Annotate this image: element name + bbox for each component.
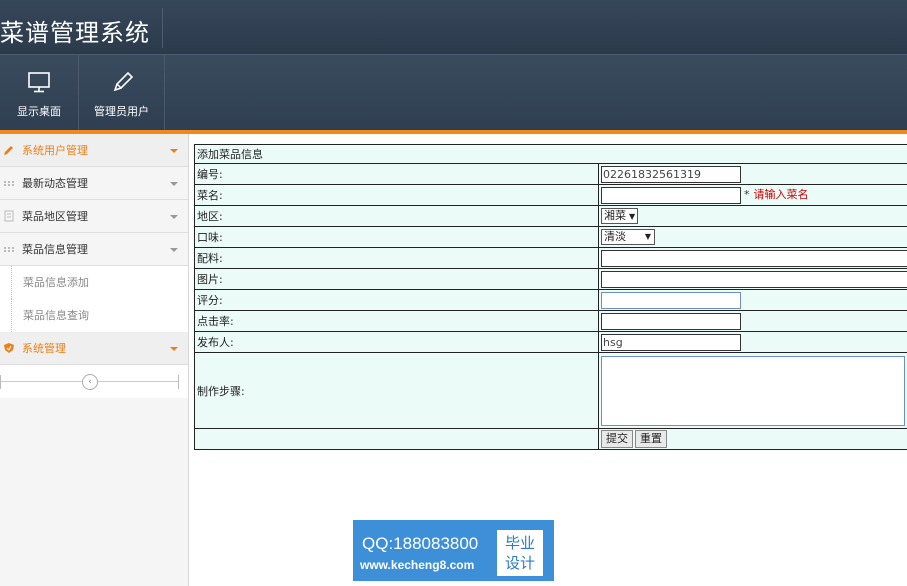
grid-dots-icon bbox=[4, 181, 14, 186]
field-label: 制作步骤: bbox=[194, 352, 599, 429]
sidebar-subitem-label: 菜品信息查询 bbox=[23, 309, 89, 322]
chevron-down-icon bbox=[170, 248, 178, 252]
dropdown-arrow-icon: ▼ bbox=[629, 212, 636, 221]
sidebar-item-news[interactable]: 最新动态管理 bbox=[0, 167, 188, 200]
sidebar-item-label: 菜品地区管理 bbox=[22, 210, 88, 223]
publisher-field[interactable]: hsg bbox=[601, 333, 741, 351]
region-select[interactable]: 湘菜 ▼ bbox=[601, 208, 639, 224]
pencil-icon bbox=[113, 71, 133, 92]
watermark-qq: QQ:188083800 bbox=[362, 534, 479, 553]
sidebar-item-system-users[interactable]: 系统用户管理 bbox=[0, 134, 188, 167]
admin-user-label: 管理员用户 bbox=[94, 105, 149, 118]
sidebar-subitem-dish-query[interactable]: 菜品信息查询 bbox=[0, 299, 188, 332]
watermark-url: www.kecheng8.com bbox=[360, 558, 475, 572]
dish-name-field[interactable] bbox=[601, 186, 741, 204]
header-divider bbox=[162, 8, 163, 48]
sidebar-subitem-dish-add[interactable]: 菜品信息添加 bbox=[0, 266, 188, 299]
sidebar-item-system[interactable]: 系统管理 bbox=[0, 332, 188, 365]
dropdown-arrow-icon: ▼ bbox=[644, 232, 651, 241]
collapse-tick bbox=[0, 375, 1, 389]
code-field[interactable]: 02261832561319 bbox=[601, 165, 741, 183]
top-header: 菜谱管理系统 bbox=[0, 0, 907, 54]
add-dish-form: 添加菜品信息 编号: 02261832561319 菜名: * 请输入菜名 地区:… bbox=[194, 144, 907, 450]
show-desktop-button[interactable]: 显示桌面 bbox=[0, 55, 78, 131]
sidebar-item-label: 菜品信息管理 bbox=[22, 243, 88, 256]
document-icon bbox=[4, 210, 14, 222]
field-label: 配料: bbox=[194, 247, 599, 269]
region-selected: 湘菜 bbox=[604, 209, 626, 222]
image-field[interactable] bbox=[601, 270, 907, 288]
sidebar-item-dish-info[interactable]: 菜品信息管理 bbox=[0, 233, 188, 266]
show-desktop-label: 显示桌面 bbox=[17, 105, 61, 118]
sidebar-collapse-bar: ‹ bbox=[0, 365, 188, 398]
chevron-down-icon bbox=[170, 347, 178, 351]
field-label: 地区: bbox=[194, 205, 599, 227]
chevron-down-icon bbox=[170, 182, 178, 186]
monitor-icon bbox=[28, 72, 50, 93]
field-label: 评分: bbox=[194, 289, 599, 311]
steps-textarea[interactable] bbox=[601, 355, 905, 426]
app-title: 菜谱管理系统 bbox=[0, 19, 150, 47]
chevron-down-icon bbox=[170, 215, 178, 219]
empty-cell bbox=[194, 428, 599, 450]
shield-icon bbox=[4, 343, 14, 353]
sidebar-item-label: 最新动态管理 bbox=[22, 177, 88, 190]
chevron-down-icon bbox=[170, 149, 178, 153]
field-label: 图片: bbox=[194, 268, 599, 290]
reset-button[interactable]: 重置 bbox=[635, 430, 667, 448]
toolbar: 显示桌面 管理员用户 bbox=[0, 54, 907, 131]
form-heading: 添加菜品信息 bbox=[194, 144, 907, 164]
field-label: 菜名: bbox=[194, 184, 599, 206]
submit-button[interactable]: 提交 bbox=[601, 430, 633, 448]
click-rate-field[interactable] bbox=[601, 312, 741, 330]
pencil-icon bbox=[4, 146, 13, 155]
admin-user-button[interactable]: 管理员用户 bbox=[79, 55, 164, 131]
grid-dots-icon bbox=[4, 247, 14, 252]
main-content: 添加菜品信息 编号: 02261832561319 菜名: * 请输入菜名 地区:… bbox=[189, 134, 907, 586]
field-label: 口味: bbox=[194, 226, 599, 248]
watermark-logo: QQ:188083800 www.kecheng8.com 毕业 设计 bbox=[353, 520, 554, 581]
sidebar: 系统用户管理 最新动态管理 菜品地区管理 菜品信息管理 菜品信息添加 菜品信息查… bbox=[0, 134, 189, 586]
watermark-badge: 毕业 设计 bbox=[497, 530, 543, 576]
sidebar-item-region[interactable]: 菜品地区管理 bbox=[0, 200, 188, 233]
rating-field[interactable] bbox=[601, 291, 741, 309]
taste-selected: 清淡 bbox=[604, 230, 626, 243]
required-mark: * bbox=[744, 188, 750, 202]
badge-line2: 设计 bbox=[504, 554, 535, 572]
sidebar-item-label: 系统用户管理 bbox=[22, 144, 88, 157]
field-label: 编号: bbox=[194, 163, 599, 185]
collapse-sidebar-button[interactable]: ‹ bbox=[82, 374, 98, 390]
toolbar-divider bbox=[164, 55, 165, 131]
badge-line1: 毕业 bbox=[504, 534, 535, 552]
taste-select[interactable]: 清淡 ▼ bbox=[601, 229, 655, 245]
field-label: 发布人: bbox=[194, 331, 599, 353]
sidebar-item-label: 系统管理 bbox=[22, 342, 66, 355]
collapse-tick bbox=[178, 375, 179, 389]
field-label: 点击率: bbox=[194, 310, 599, 332]
name-hint: 请输入菜名 bbox=[753, 188, 809, 202]
sidebar-subitem-label: 菜品信息添加 bbox=[23, 276, 89, 289]
ingredients-field[interactable] bbox=[601, 249, 907, 267]
